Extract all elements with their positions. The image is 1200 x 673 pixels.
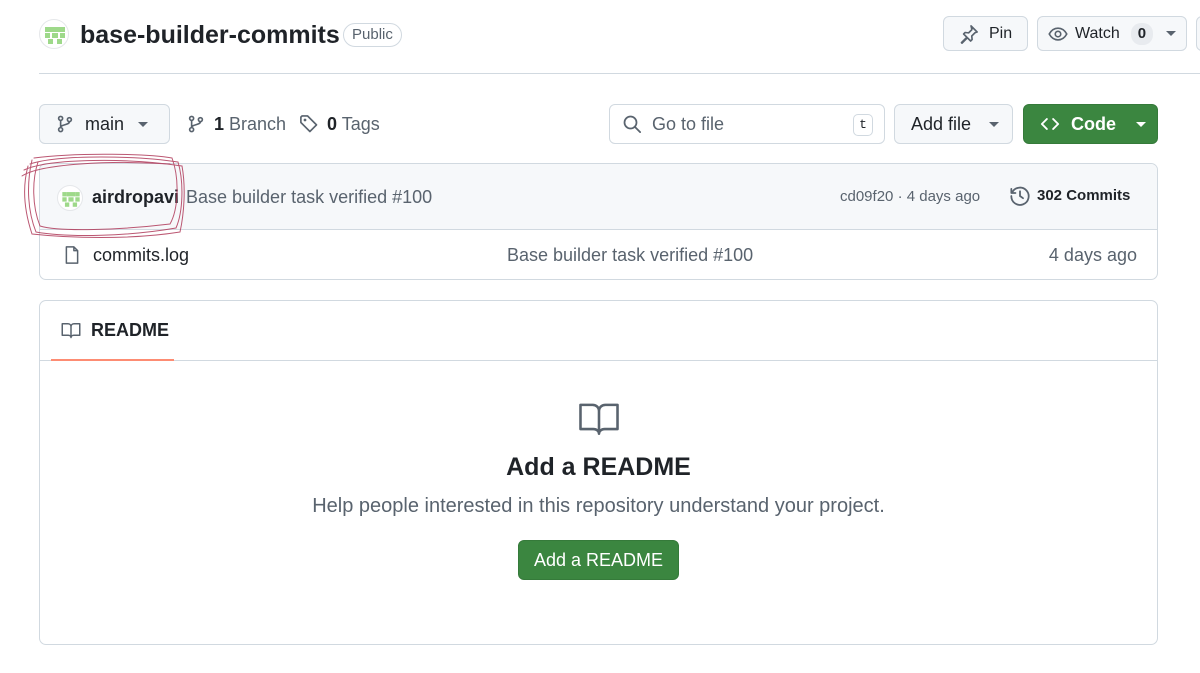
search-icon — [623, 115, 641, 133]
readme-empty-description: Help people interested in this repositor… — [312, 495, 885, 517]
file-commit-age: 4 days ago — [1048, 245, 1137, 265]
eye-icon — [1048, 26, 1068, 41]
branch-count: 1 — [214, 113, 225, 134]
branches-link[interactable]: 1 Branch — [186, 110, 286, 138]
file-commit-message[interactable]: Base builder task verified #100 — [507, 244, 753, 266]
commit-age: 4 days ago — [906, 188, 981, 205]
pin-icon — [960, 24, 978, 44]
commits-count-label: 302 Commits — [1037, 187, 1131, 204]
commits-history-link[interactable]: 302 Commits — [1009, 184, 1130, 208]
file-icon — [65, 246, 79, 264]
readme-tab-label: README — [91, 319, 170, 340]
repo-name[interactable]: base-builder-commits — [80, 19, 340, 51]
tags-link[interactable]: 0 Tags — [299, 110, 380, 138]
code-icon — [1040, 118, 1060, 130]
meta-separator: · — [897, 188, 907, 205]
fork-button-partial[interactable] — [1196, 16, 1200, 51]
history-icon — [1010, 186, 1030, 206]
code-label: Code — [1071, 113, 1116, 134]
book-icon — [578, 403, 619, 435]
readme-panel: README Add a README Help people interest… — [39, 300, 1158, 645]
watch-label: Watch — [1075, 24, 1120, 42]
tag-label: Tags — [341, 113, 380, 134]
repo-owner-avatar[interactable] — [39, 19, 69, 49]
code-button[interactable]: Code — [1023, 104, 1158, 144]
file-table: airdropavi Base builder task verified #1… — [39, 163, 1158, 280]
add-file-button[interactable]: Add file — [894, 104, 1013, 144]
branch-label: Branch — [229, 113, 287, 134]
watch-button[interactable]: Watch 0 — [1037, 16, 1187, 51]
commit-author[interactable]: airdropavi — [92, 186, 179, 208]
table-row: commits.log Base builder task verified #… — [40, 230, 1157, 279]
branch-select-button[interactable]: main — [39, 104, 170, 144]
pin-button[interactable]: Pin — [943, 16, 1028, 51]
tag-count: 0 — [327, 113, 338, 134]
tab-readme[interactable]: README — [51, 301, 174, 361]
watch-count: 0 — [1130, 22, 1154, 45]
go-to-file-input[interactable] — [652, 113, 842, 135]
go-to-file-search[interactable]: t — [609, 104, 885, 144]
commit-hash[interactable]: cd09f20 — [840, 188, 893, 205]
git-branch-icon — [188, 115, 204, 133]
commit-message[interactable]: Base builder task verified #100 — [186, 186, 432, 208]
readme-header: README — [40, 301, 1157, 361]
add-readme-button[interactable]: Add a README — [517, 540, 680, 580]
add-file-label: Add file — [911, 113, 972, 134]
book-icon — [61, 323, 81, 339]
readme-empty-title: Add a README — [506, 453, 691, 481]
pin-label: Pin — [989, 24, 1013, 42]
chevron-down-icon — [989, 121, 1000, 127]
identicon-icon — [62, 192, 80, 207]
branch-name: main — [85, 113, 125, 134]
readme-empty-state: Add a README Help people interested in t… — [40, 401, 1157, 580]
commit-author-avatar[interactable] — [57, 185, 83, 211]
chevron-down-icon — [138, 121, 149, 127]
visibility-badge: Public — [343, 23, 402, 47]
header-divider — [39, 73, 1200, 74]
file-name[interactable]: commits.log — [93, 244, 189, 266]
git-branch-icon — [57, 115, 73, 133]
tag-icon — [300, 115, 318, 133]
chevron-down-icon — [1166, 31, 1177, 36]
shortcut-key: t — [853, 114, 873, 136]
commit-meta: cd09f20 · 4 days ago — [840, 188, 980, 206]
latest-commit-row: airdropavi Base builder task verified #1… — [40, 164, 1157, 230]
identicon-icon — [45, 27, 65, 44]
chevron-down-icon — [1136, 121, 1146, 127]
